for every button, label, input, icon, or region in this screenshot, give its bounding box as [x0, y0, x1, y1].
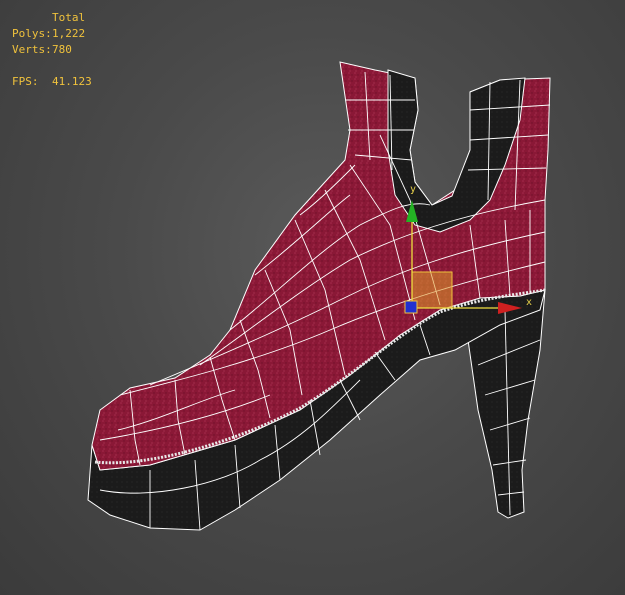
gizmo-xy-plane	[411, 271, 453, 309]
gizmo-x-label: x	[526, 297, 532, 308]
shoe-model[interactable]: x y	[0, 0, 625, 595]
gizmo-y-label: y	[410, 184, 416, 195]
z-axis-handle	[404, 300, 418, 314]
3d-viewport[interactable]: Total Polys: 1,222 Verts: 780 FPS: 41.12…	[0, 0, 625, 595]
